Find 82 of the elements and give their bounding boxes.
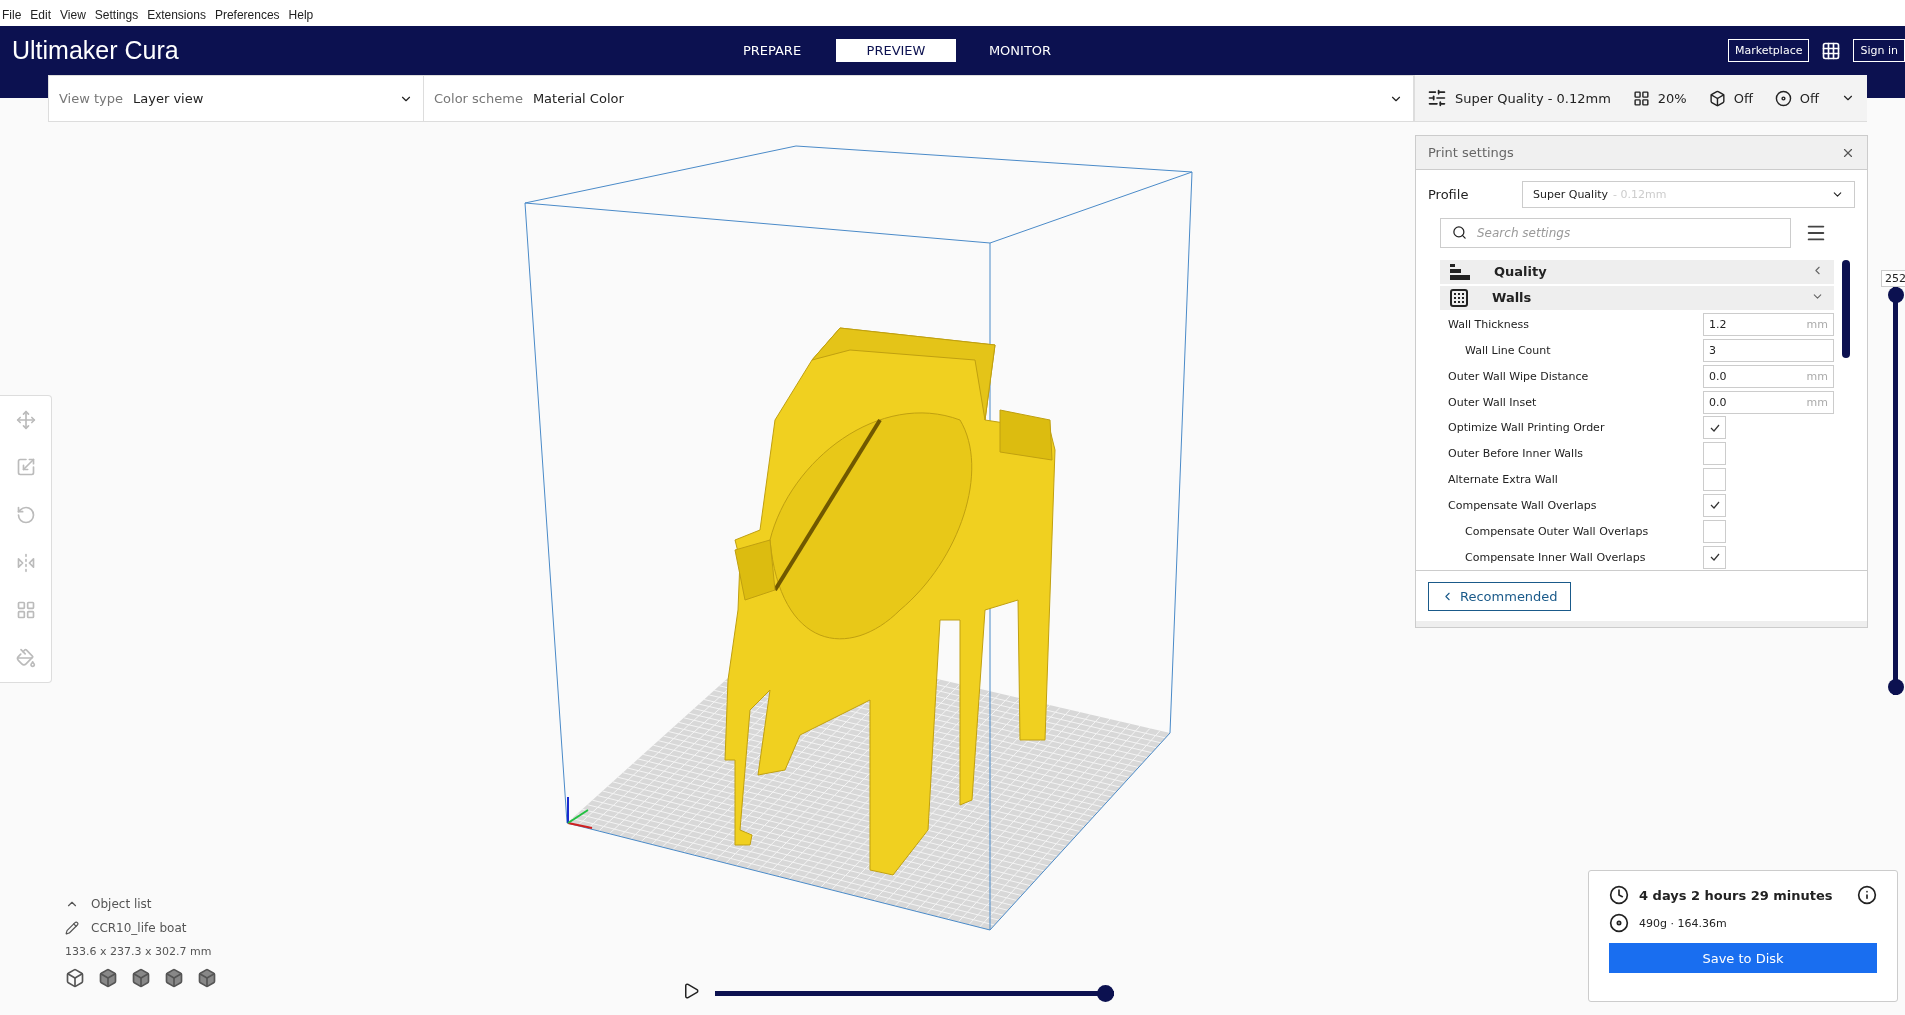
search-icon: [1452, 225, 1467, 240]
checkbox[interactable]: [1703, 468, 1726, 492]
setting-label: Compensate Wall Overlaps: [1448, 498, 1598, 512]
category-header[interactable]: Walls: [1440, 285, 1834, 310]
bars-icon: [1450, 263, 1470, 280]
infill-icon: [1632, 89, 1650, 107]
dotted-square-icon: [1450, 288, 1468, 307]
scrollbar[interactable]: [1842, 260, 1850, 358]
profile-label: Profile: [1428, 187, 1470, 202]
spool-icon: [1609, 913, 1629, 933]
recommended-button[interactable]: Recommended: [1428, 581, 1571, 611]
setting-label: Optimize Wall Printing Order: [1448, 421, 1606, 435]
number-field[interactable]: 0.0 mm: [1703, 390, 1834, 414]
setting-label: Compensate Outer Wall Overlaps: [1465, 524, 1650, 538]
cube-icon[interactable]: [98, 968, 118, 988]
support-icon: [1708, 89, 1726, 107]
menu-item[interactable]: File: [2, 8, 22, 22]
menu-item[interactable]: Edit: [30, 8, 52, 22]
adhesion-value: Off: [1799, 90, 1820, 106]
play-button[interactable]: [682, 982, 700, 1000]
checkbox[interactable]: [1703, 416, 1726, 440]
number-field[interactable]: 3: [1703, 338, 1834, 362]
print-time: 4 days 2 hours 29 minutes: [1639, 887, 1834, 903]
setting-label: Outer Wall Wipe Distance: [1448, 369, 1590, 383]
checkbox[interactable]: [1703, 519, 1726, 543]
number-field[interactable]: 1.2 mm: [1703, 313, 1834, 337]
menu-item[interactable]: Extensions: [147, 8, 206, 22]
infill-value: 20%: [1657, 90, 1687, 106]
setting-label: Alternate Extra Wall: [1448, 473, 1559, 487]
panel-title: Print settings: [1428, 145, 1514, 160]
number-field[interactable]: 0.0 mm: [1703, 364, 1834, 388]
cube-icon[interactable]: [131, 968, 151, 988]
menu-item[interactable]: Preferences: [214, 8, 280, 22]
setting-label: Wall Thickness: [1448, 318, 1530, 332]
sign-in-button[interactable]: Sign in: [1853, 39, 1905, 62]
stage-tab[interactable]: PREPARE: [712, 39, 832, 62]
menu-item[interactable]: Help: [288, 8, 314, 22]
checkbox[interactable]: [1703, 493, 1726, 517]
cube-icon[interactable]: [197, 968, 217, 988]
save-to-disk-button[interactable]: Save to Disk: [1609, 943, 1877, 973]
setting-label: Compensate Inner Wall Overlaps: [1465, 550, 1647, 564]
axes-icon: [567, 796, 593, 829]
sliders-icon: [1427, 88, 1447, 108]
info-icon[interactable]: [1857, 885, 1877, 905]
menu-item[interactable]: View: [60, 8, 86, 22]
view-type-value[interactable]: Layer view: [133, 91, 389, 106]
category-header[interactable]: Quality: [1440, 260, 1834, 284]
slider-handle[interactable]: [1887, 679, 1904, 695]
stage-tab[interactable]: MONITOR: [960, 39, 1080, 62]
clock-icon: [1609, 885, 1629, 905]
apps-grid-icon[interactable]: [1821, 40, 1842, 61]
check-icon: [1709, 553, 1720, 562]
print-setup-selector[interactable]: Super Quality - 0.12mm 20% Off Off: [1415, 75, 1867, 122]
slider-handle[interactable]: [1887, 287, 1904, 303]
material-usage: 490g · 164.36m: [1639, 916, 1727, 930]
check-icon: [1709, 501, 1720, 510]
app-title: Ultimaker Cura: [12, 36, 180, 65]
view-type-label: View type: [59, 91, 124, 106]
setting-label: Outer Wall Inset: [1448, 395, 1538, 409]
object-list-title[interactable]: Object list: [91, 897, 152, 911]
menu-item[interactable]: Settings: [94, 8, 139, 22]
check-icon: [1709, 423, 1720, 432]
profile-summary: Super Quality - 0.12mm: [1454, 90, 1611, 106]
playback-handle[interactable]: [1097, 985, 1114, 1002]
object-dimensions: 133.6 x 237.3 x 302.7 mm: [65, 945, 213, 958]
adhesion-icon: [1774, 89, 1792, 107]
layer-number: 252: [1881, 270, 1905, 287]
cube-icon[interactable]: [65, 968, 85, 988]
support-value: Off: [1733, 90, 1753, 106]
object-name: CCR10_life boat: [91, 921, 187, 935]
marketplace-button[interactable]: Marketplace: [1728, 39, 1810, 62]
search-field[interactable]: Search settings: [1440, 218, 1791, 248]
setting-label: Outer Before Inner Walls: [1448, 447, 1584, 461]
setting-label: Wall Line Count: [1465, 343, 1552, 357]
stage-tab[interactable]: PREVIEW: [836, 39, 956, 62]
pencil-icon[interactable]: [65, 921, 79, 935]
cube-icon[interactable]: [164, 968, 184, 988]
checkbox[interactable]: [1703, 545, 1726, 569]
color-scheme-label: Color scheme: [434, 91, 523, 106]
layer-slider-track[interactable]: [1887, 287, 1904, 695]
checkbox[interactable]: [1703, 442, 1726, 466]
color-scheme-value[interactable]: Material Color: [532, 91, 1379, 106]
